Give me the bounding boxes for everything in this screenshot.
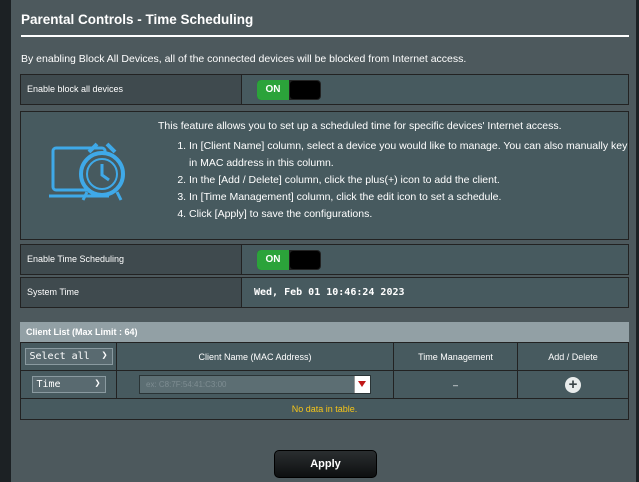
time-scheduling-toggle[interactable]: ON: [257, 250, 321, 270]
column-client-name: Client Name (MAC Address): [116, 342, 394, 371]
client-list-table: Select all ❯ Client Name (MAC Address) T…: [20, 342, 629, 420]
toggle-on-label: ON: [257, 80, 289, 100]
instruction-step: In [Time Management] column, click the e…: [189, 189, 629, 206]
info-box: This feature allows you to set up a sche…: [20, 111, 629, 240]
system-time-value: Wed, Feb 01 10:46:24 2023: [254, 287, 405, 298]
mac-address-input[interactable]: ex: C8:7F:54:41:C3:00: [139, 375, 371, 394]
instruction-step: In [Client Name] column, select a device…: [189, 138, 629, 172]
time-management-cell: –: [393, 370, 518, 399]
block-all-label: Enable block all devices: [21, 75, 242, 104]
toggle-on-label: ON: [257, 250, 289, 270]
plus-icon[interactable]: +: [565, 376, 581, 393]
time-scheduling-label: Enable Time Scheduling: [21, 245, 242, 274]
system-time-label: System Time: [21, 278, 242, 307]
client-list-header: Client List (Max Limit : 64): [20, 322, 629, 342]
table-row: Time ❯ ex: C8:7F:54:41:C3:00 – +: [20, 370, 629, 399]
column-add-delete: Add / Delete: [517, 342, 629, 371]
block-all-toggle[interactable]: ON: [257, 80, 321, 100]
add-delete-cell: +: [517, 370, 629, 399]
page-description: By enabling Block All Devices, all of th…: [21, 53, 467, 65]
empty-row: No data in table.: [20, 398, 629, 420]
toggle-knob: [290, 81, 320, 99]
page-title: Parental Controls - Time Scheduling: [21, 12, 254, 27]
select-all-value: Select all: [29, 351, 90, 362]
block-all-row: Enable block all devices ON: [20, 74, 629, 105]
select-all-dropdown[interactable]: Select all ❯: [24, 348, 113, 365]
select-all-cell: Select all ❯: [20, 342, 117, 371]
empty-table-message: No data in table.: [20, 398, 629, 420]
info-intro: This feature allows you to set up a sche…: [158, 120, 562, 132]
toggle-knob: [290, 251, 320, 269]
column-time-management: Time Management: [393, 342, 518, 371]
client-dropdown-button[interactable]: [354, 376, 370, 393]
time-scheduling-row: Enable Time Scheduling ON: [20, 244, 629, 275]
parental-controls-panel: Parental Controls - Time Scheduling By e…: [11, 0, 636, 482]
mac-placeholder: ex: C8:7F:54:41:C3:00: [146, 380, 227, 389]
apply-button[interactable]: Apply: [274, 450, 377, 478]
alarm-clock-icon: [49, 142, 125, 201]
time-select-cell: Time ❯: [20, 370, 117, 399]
table-header-row: Select all ❯ Client Name (MAC Address) T…: [20, 342, 629, 371]
title-divider: [21, 35, 629, 37]
time-dropdown[interactable]: Time ❯: [31, 376, 106, 393]
client-name-cell: ex: C8:7F:54:41:C3:00: [116, 370, 394, 399]
instruction-list: In [Client Name] column, select a device…: [171, 138, 629, 223]
instruction-step: In the [Add / Delete] column, click the …: [189, 172, 629, 189]
system-time-row: System Time Wed, Feb 01 10:46:24 2023: [20, 277, 629, 308]
instruction-step: Click [Apply] to save the configurations…: [189, 206, 629, 223]
chevron-down-icon: ❯: [94, 378, 101, 389]
chevron-down-icon: ❯: [101, 350, 108, 361]
time-dropdown-value: Time: [36, 379, 61, 390]
